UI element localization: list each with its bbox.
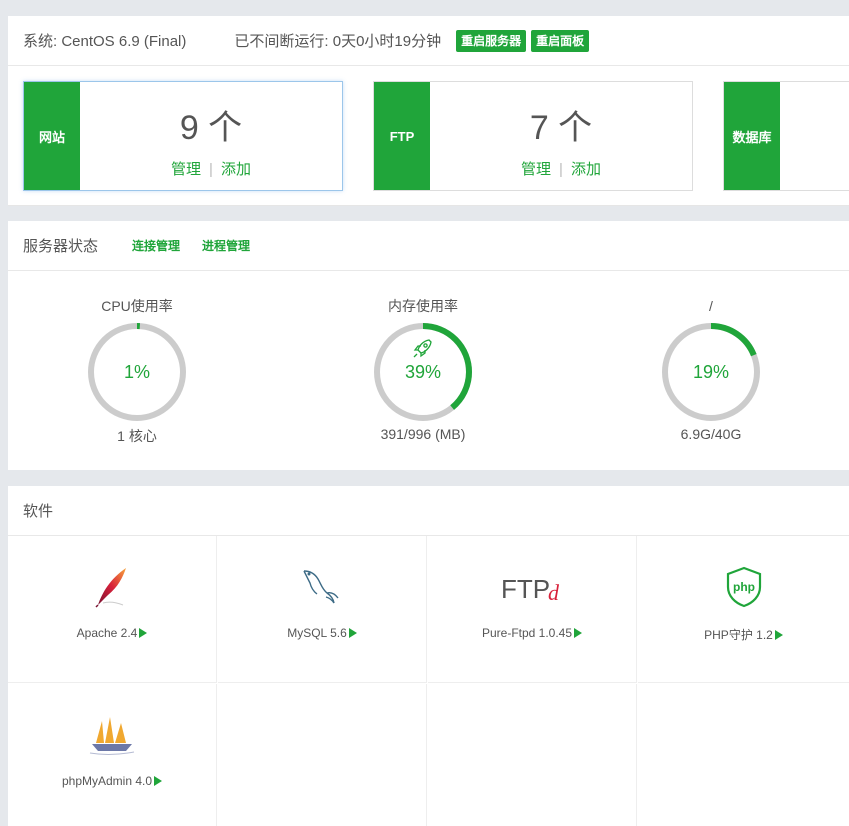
database-card-tag: 数据库	[724, 82, 780, 190]
play-triangle-icon[interactable]	[348, 628, 357, 638]
disk-gauge: / 19% 6.9G/40G	[611, 296, 811, 442]
memory-gauge-sub: 391/996 (MB)	[380, 426, 466, 442]
software-item-pureftpd[interactable]: FTP d Pure-Ftpd 1.0.45	[428, 536, 637, 683]
cpu-gauge: CPU使用率 1% 1 核心	[37, 296, 237, 446]
cpu-gauge-ring: 1%	[88, 323, 186, 421]
disk-gauge-ring[interactable]: 19%	[659, 320, 763, 424]
restart-panel-button[interactable]: 重启面板	[531, 29, 590, 52]
software-item-apache[interactable]: Apache 2.4	[8, 536, 217, 683]
ftp-count: 7 个	[529, 109, 593, 147]
website-card-tag: 网站	[24, 82, 80, 190]
restart-server-button[interactable]: 重启服务器	[456, 29, 527, 52]
disk-gauge-value: 19%	[693, 362, 729, 382]
apache-feather-icon	[95, 568, 126, 608]
mysql-name: MySQL 5.6	[287, 626, 347, 640]
rocket-icon[interactable]	[413, 339, 432, 358]
memory-gauge-value: 39%	[405, 362, 441, 382]
status-title: 服务器状态	[23, 238, 99, 255]
ftp-manage-link[interactable]: 管理	[521, 161, 551, 178]
php-name: PHP守护 1.2	[704, 628, 773, 642]
link-separator: |	[209, 161, 213, 178]
mysql-dolphin-icon	[303, 570, 339, 604]
memory-gauge: 内存使用率 39% 391/996 (MB)	[323, 296, 523, 442]
software-empty-cell	[218, 684, 427, 826]
ftp-add-link[interactable]: 添加	[571, 161, 601, 178]
website-count: 9 个	[179, 109, 243, 147]
cpu-gauge-title: CPU使用率	[101, 298, 173, 314]
system-info-bar: 系统: CentOS 6.9 (Final) 已不间断运行: 0天0小时19分钟…	[8, 16, 849, 66]
software-empty-cell	[428, 684, 637, 826]
software-empty-cell	[638, 684, 849, 826]
ftpd-logo-letter: d	[548, 580, 560, 605]
software-item-mysql[interactable]: MySQL 5.6	[218, 536, 427, 683]
connection-manage-link[interactable]: 连接管理	[132, 237, 180, 254]
os-label: 系统: CentOS 6.9 (Final)	[23, 33, 187, 50]
ftp-card[interactable]: FTP 7 个 管理 | 添加	[373, 81, 693, 191]
memory-gauge-title: 内存使用率	[388, 298, 458, 314]
apache-name: Apache 2.4	[76, 626, 138, 640]
database-card[interactable]: 数据库	[723, 81, 849, 191]
play-triangle-icon[interactable]	[774, 630, 783, 640]
disk-gauge-title: /	[709, 298, 713, 314]
cpu-gauge-sub: 1 核心	[117, 428, 157, 444]
disk-gauge-sub: 6.9G/40G	[680, 426, 742, 442]
pureftpd-name: Pure-Ftpd 1.0.45	[481, 626, 573, 640]
play-triangle-icon[interactable]	[154, 776, 163, 786]
phpmyadmin-name: phpMyAdmin 4.0	[61, 774, 153, 788]
php-logo-text: php	[733, 580, 755, 594]
ftp-card-tag: FTP	[374, 82, 430, 190]
cpu-gauge-value: 1%	[124, 362, 150, 382]
software-panel: 软件 Apache 2.4 MySQL 5.6 FTP d Pure-Ftpd …	[8, 486, 849, 826]
server-status-panel: 服务器状态 连接管理 进程管理 CPU使用率 1% 1 核心 内存使用率 39%…	[8, 221, 849, 470]
website-add-link[interactable]: 添加	[221, 161, 251, 178]
ftpd-logo-text: FTP	[501, 574, 550, 604]
overview-panel: 系统: CentOS 6.9 (Final) 已不间断运行: 0天0小时19分钟…	[8, 16, 849, 206]
website-card[interactable]: 网站 9 个 管理 | 添加	[23, 81, 343, 191]
phpmyadmin-sailboat-icon	[89, 717, 135, 755]
software-grid: Apache 2.4 MySQL 5.6 FTP d Pure-Ftpd 1.0…	[8, 536, 849, 826]
website-manage-link[interactable]: 管理	[171, 161, 201, 178]
software-item-php[interactable]: php PHP守护 1.2	[638, 536, 849, 683]
memory-gauge-ring[interactable]: 39%	[371, 320, 475, 424]
software-title: 软件	[23, 503, 54, 520]
play-triangle-icon[interactable]	[574, 628, 583, 638]
link-separator: |	[559, 161, 563, 178]
ftpd-logo-icon: FTP d	[501, 574, 560, 605]
process-manage-link[interactable]: 进程管理	[202, 237, 250, 254]
software-item-phpmyadmin[interactable]: phpMyAdmin 4.0	[8, 684, 217, 826]
php-shield-icon: php	[726, 566, 761, 608]
play-triangle-icon[interactable]	[139, 628, 148, 638]
uptime-label: 已不间断运行: 0天0小时19分钟	[234, 33, 442, 50]
